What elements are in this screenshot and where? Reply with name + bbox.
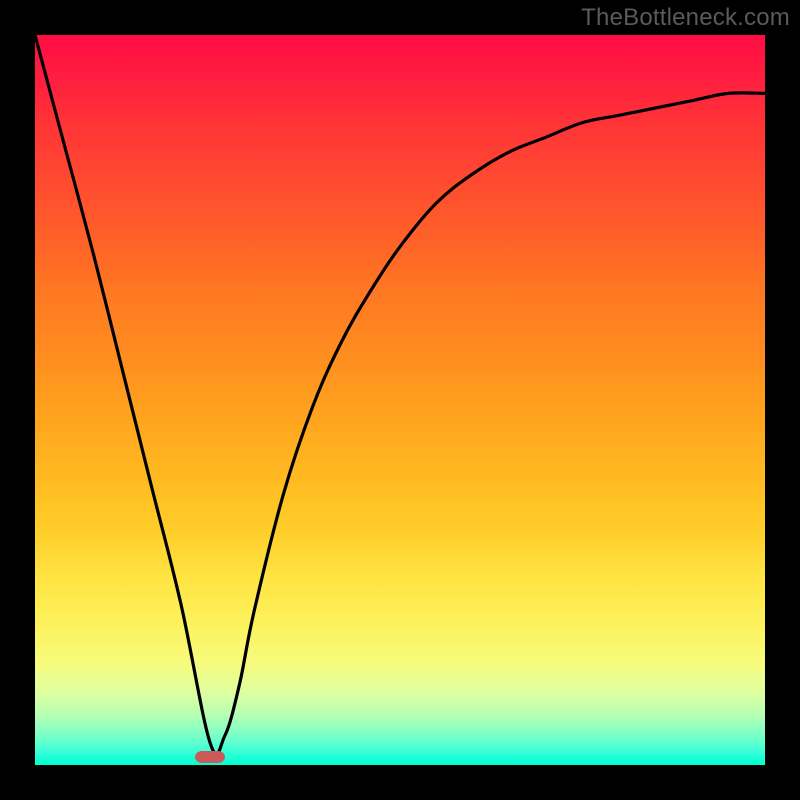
chart-container: TheBottleneck.com	[0, 0, 800, 800]
plot-area	[35, 35, 765, 765]
bottleneck-curve	[35, 35, 765, 765]
watermark-text: TheBottleneck.com	[581, 4, 790, 32]
optimal-marker	[195, 751, 225, 763]
